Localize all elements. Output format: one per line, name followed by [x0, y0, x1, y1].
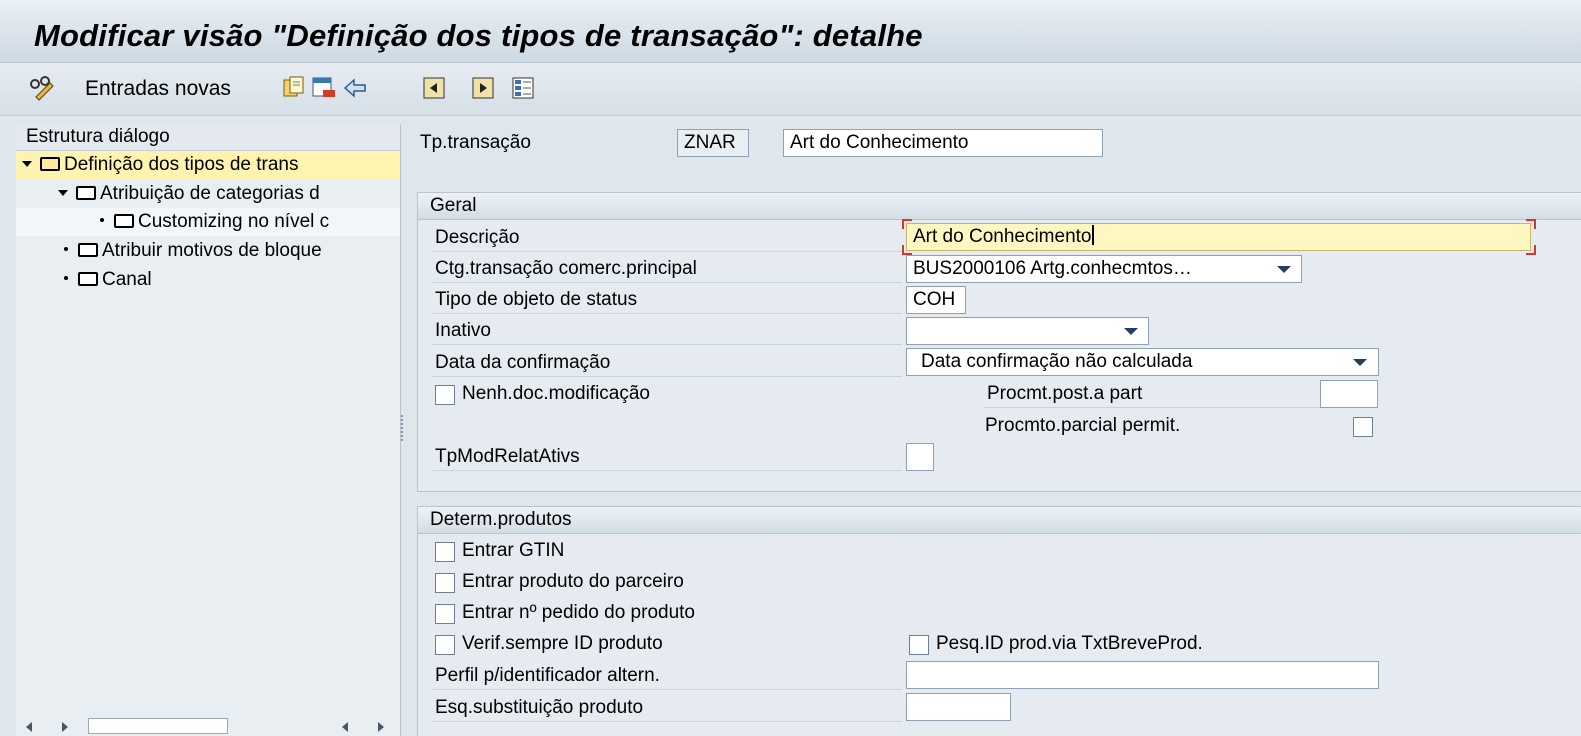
tpmod-relat-ativs-field[interactable] — [906, 443, 934, 471]
nenh-doc-modificacao-checkbox[interactable] — [435, 385, 455, 405]
entrar-produto-parceiro-checkbox[interactable] — [435, 573, 455, 593]
tpmod-relat-ativs-label: TpModRelatAtivs — [435, 446, 580, 467]
perfil-identificador-field[interactable] — [906, 661, 1379, 689]
tree-item-definicao[interactable]: Definição dos tipos de trans — [16, 151, 400, 179]
divider — [432, 344, 902, 345]
transaction-type-field: ZNAR — [677, 129, 749, 157]
new-entries-button[interactable]: Entradas novas — [85, 77, 231, 101]
tree-item-label: Customizing no nível c — [138, 211, 330, 232]
descricao-input-value: Art do Conhecimento — [913, 226, 1092, 247]
procmto-parcial-label: Procmto.parcial permit. — [985, 415, 1181, 436]
tree-item-label: Atribuir motivos de bloque — [102, 240, 322, 261]
select-all-icon[interactable] — [511, 76, 535, 105]
procmto-parcial-checkbox[interactable] — [1353, 417, 1373, 437]
page-title: Modificar visão "Definição dos tipos de … — [34, 18, 923, 53]
descricao-label: Descrição — [435, 227, 520, 248]
application-toolbar: Entradas novas — [0, 63, 1581, 116]
required-marker — [902, 219, 912, 229]
folder-icon — [114, 214, 134, 228]
expand-triangle-icon[interactable] — [22, 161, 32, 167]
esq-substituicao-label: Esq.substituição produto — [435, 697, 644, 718]
entrar-gtin-label: Entrar GTIN — [462, 540, 565, 561]
folder-icon — [76, 186, 96, 200]
scroll-left-icon[interactable] — [342, 722, 348, 732]
divider — [432, 251, 902, 252]
scroll-right-icon[interactable] — [378, 722, 384, 732]
chevron-down-icon[interactable] — [1277, 266, 1291, 273]
tree-item-label: Atribuição de categorias d — [100, 183, 320, 204]
delete-icon[interactable] — [311, 76, 337, 105]
previous-entry-icon[interactable] — [422, 76, 446, 105]
required-marker — [1526, 219, 1536, 229]
group-geral-header: Geral — [418, 193, 1581, 220]
tree-item-atribuicao-categorias[interactable]: Atribuição de categorias d — [16, 180, 400, 208]
open-folder-icon — [40, 157, 60, 171]
entrar-pedido-produto-checkbox[interactable] — [435, 604, 455, 624]
expand-triangle-icon[interactable] — [58, 190, 68, 196]
status-object-field[interactable]: COH — [906, 286, 966, 314]
divider — [984, 407, 1320, 408]
dialog-structure-header: Estrutura diálogo — [16, 124, 400, 151]
pesq-id-prod-label: Pesq.ID prod.via TxtBreveProd. — [936, 633, 1203, 654]
chevron-down-icon[interactable] — [1124, 328, 1138, 335]
nenh-doc-modificacao-label: Nenh.doc.modificação — [462, 383, 650, 404]
horizontal-scrollbar[interactable] — [16, 716, 400, 736]
bullet-icon — [64, 276, 68, 280]
divider — [432, 689, 902, 690]
transaction-type-label: Tp.transação — [420, 132, 531, 153]
required-marker — [902, 245, 912, 255]
undo-icon[interactable] — [342, 76, 368, 105]
bullet-icon — [100, 218, 104, 222]
entrar-produto-parceiro-label: Entrar produto do parceiro — [462, 571, 684, 592]
tree-item-label: Canal — [102, 269, 152, 290]
pesq-id-prod-checkbox[interactable] — [909, 635, 929, 655]
folder-icon — [78, 272, 98, 286]
tree-item-customizing[interactable]: Customizing no nível c — [16, 208, 400, 236]
data-confirmacao-value: Data confirmação não calculada — [921, 351, 1193, 372]
divider — [432, 313, 902, 314]
tree-item-label: Definição dos tipos de trans — [64, 154, 299, 175]
tree-item-motivos-bloqueio[interactable]: Atribuir motivos de bloque — [16, 237, 400, 265]
tree-item-canal[interactable]: Canal — [16, 266, 400, 294]
data-confirmacao-dropdown[interactable]: Data confirmação não calculada — [906, 348, 1379, 376]
divider — [432, 376, 902, 377]
data-confirmacao-label: Data da confirmação — [435, 352, 611, 373]
perfil-identificador-label: Perfil p/identificador altern. — [435, 665, 660, 686]
divider — [432, 721, 902, 722]
entrar-gtin-checkbox[interactable] — [435, 542, 455, 562]
title-bar: Modificar visão "Definição dos tipos de … — [0, 0, 1581, 63]
folder-icon — [78, 243, 98, 257]
bullet-icon — [64, 247, 68, 251]
scroll-left-icon[interactable] — [26, 722, 32, 732]
descricao-input[interactable]: Art do Conhecimento — [906, 223, 1531, 251]
divider — [432, 470, 902, 471]
verif-sempre-id-checkbox[interactable] — [435, 635, 455, 655]
divider — [432, 282, 902, 283]
status-object-label: Tipo de objeto de status — [435, 289, 638, 310]
inativo-dropdown[interactable] — [906, 317, 1149, 345]
verif-sempre-id-label: Verif.sempre ID produto — [462, 633, 663, 654]
splitter-handle[interactable] — [401, 415, 407, 441]
scroll-thumb[interactable] — [88, 718, 228, 734]
procmt-post-label: Procmt.post.a part — [987, 383, 1143, 404]
dialog-structure-panel: Estrutura diálogo Definição dos tipos de… — [16, 124, 401, 736]
entrar-pedido-produto-label: Entrar nº pedido do produto — [462, 602, 695, 623]
next-entry-icon[interactable] — [471, 76, 495, 105]
inativo-label: Inativo — [435, 320, 491, 341]
transaction-type-description-field[interactable]: Art do Conhecimento — [783, 129, 1103, 157]
chevron-down-icon[interactable] — [1353, 359, 1367, 366]
pencil-glasses-icon[interactable] — [28, 75, 56, 101]
esq-substituicao-field[interactable] — [906, 693, 1011, 721]
ctg-transacao-dropdown[interactable]: BUS2000106 Artg.conhecmtos… — [906, 255, 1302, 283]
procmt-post-field[interactable] — [1320, 380, 1378, 408]
scroll-right-icon[interactable] — [62, 722, 68, 732]
ctg-transacao-label: Ctg.transação comerc.principal — [435, 258, 697, 279]
text-cursor — [1091, 225, 1094, 245]
required-marker — [1526, 245, 1536, 255]
ctg-transacao-value: BUS2000106 Artg.conhecmtos… — [913, 258, 1192, 279]
group-determ-produtos-header: Determ.produtos — [418, 507, 1581, 534]
copy-icon[interactable] — [282, 76, 306, 105]
